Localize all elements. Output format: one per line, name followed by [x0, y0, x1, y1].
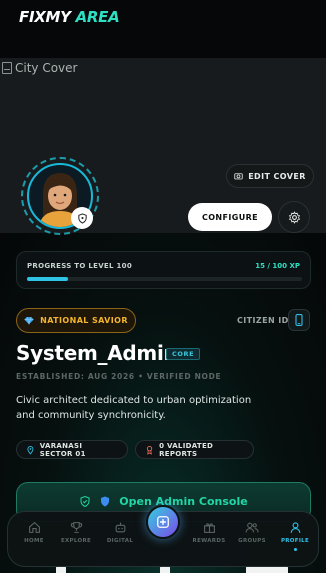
progress-xp: 15 / 100 XP	[255, 262, 300, 270]
diamond-icon	[24, 317, 34, 325]
location-chip[interactable]: VARANASI SECTOR 01	[16, 440, 128, 459]
verified-shield-badge	[71, 207, 93, 229]
established-info: ESTABLISHED: AUG 2026 • VERIFIED NODE	[16, 372, 222, 381]
edit-cover-label: EDIT COVER	[248, 171, 306, 181]
profile-bio: Civic architect dedicated to urban optim…	[16, 395, 252, 421]
settings-button[interactable]	[278, 201, 310, 233]
cover-alt-text: City Cover	[2, 61, 77, 75]
nav-item-profile[interactable]: PROFILE	[275, 521, 315, 555]
active-indicator-dot	[293, 548, 297, 551]
logo-part-1: FIXMY	[19, 8, 71, 26]
configure-label: CONFIGURE	[201, 212, 259, 222]
bot-icon	[115, 522, 125, 533]
shield-check-icon	[80, 495, 90, 508]
username: System_Admin	[16, 341, 178, 365]
progress-track	[27, 277, 302, 281]
shield-filled-icon	[101, 496, 110, 507]
nav-label-groups: GROUPS	[238, 538, 266, 544]
nav-label-explore: EXPLORE	[60, 538, 92, 544]
rank-badge-label: NATIONAL SAVIOR	[40, 316, 128, 325]
nav-label-home: HOME	[24, 538, 44, 544]
nav-item-groups[interactable]: GROUPS	[232, 521, 272, 555]
partial-content-peek	[246, 566, 288, 573]
app-logo[interactable]: FIXMY AREA	[19, 8, 120, 26]
progress-fill	[27, 277, 69, 281]
gift-icon	[203, 523, 215, 533]
citizen-id-label: CITIZEN ID	[237, 316, 289, 325]
nav-label-digital: DIGITAL	[106, 538, 134, 544]
nav-item-rewards[interactable]: REWARDS	[189, 521, 229, 555]
camera-icon	[234, 173, 243, 180]
id-card-icon	[295, 314, 303, 326]
home-icon	[28, 521, 40, 533]
partial-content-peek	[56, 566, 66, 573]
reports-chip[interactable]: 0 VALIDATED REPORTS	[135, 440, 254, 459]
shield-icon	[77, 212, 87, 224]
citizen-id-button[interactable]	[288, 309, 310, 331]
rank-badge[interactable]: NATIONAL SAVIOR	[16, 308, 136, 333]
edit-cover-button[interactable]: EDIT COVER	[226, 164, 314, 188]
logo-part-2: AREA	[75, 8, 120, 26]
gear-icon	[288, 210, 300, 224]
plus-square-icon	[157, 516, 169, 528]
progress-label: PROGRESS TO LEVEL 100	[27, 262, 133, 270]
level-progress-card: PROGRESS TO LEVEL 100 15 / 100 XP	[16, 251, 311, 289]
broken-image-icon	[2, 62, 12, 74]
trophy-icon	[70, 522, 82, 533]
nav-item-digital[interactable]: DIGITAL	[100, 521, 140, 555]
reports-label: 0 VALIDATED REPORTS	[159, 441, 214, 458]
create-report-button[interactable]	[146, 505, 180, 539]
partial-content-peek	[160, 566, 170, 573]
users-icon	[245, 522, 259, 533]
map-pin-icon	[27, 445, 34, 454]
award-icon	[146, 445, 153, 455]
configure-button[interactable]: CONFIGURE	[188, 203, 272, 231]
nav-label-profile: PROFILE	[280, 538, 310, 544]
nav-label-rewards: REWARDS	[192, 538, 226, 544]
top-bar: FIXMY AREA	[0, 0, 326, 58]
role-badge: CORE	[166, 348, 201, 360]
user-icon	[290, 522, 300, 534]
location-label: VARANASI SECTOR 01	[39, 441, 86, 458]
nav-item-home[interactable]: HOME	[14, 521, 54, 555]
nav-item-explore[interactable]: EXPLORE	[56, 521, 96, 555]
cover-alt-label: City Cover	[15, 61, 78, 75]
avatar[interactable]	[21, 157, 99, 235]
